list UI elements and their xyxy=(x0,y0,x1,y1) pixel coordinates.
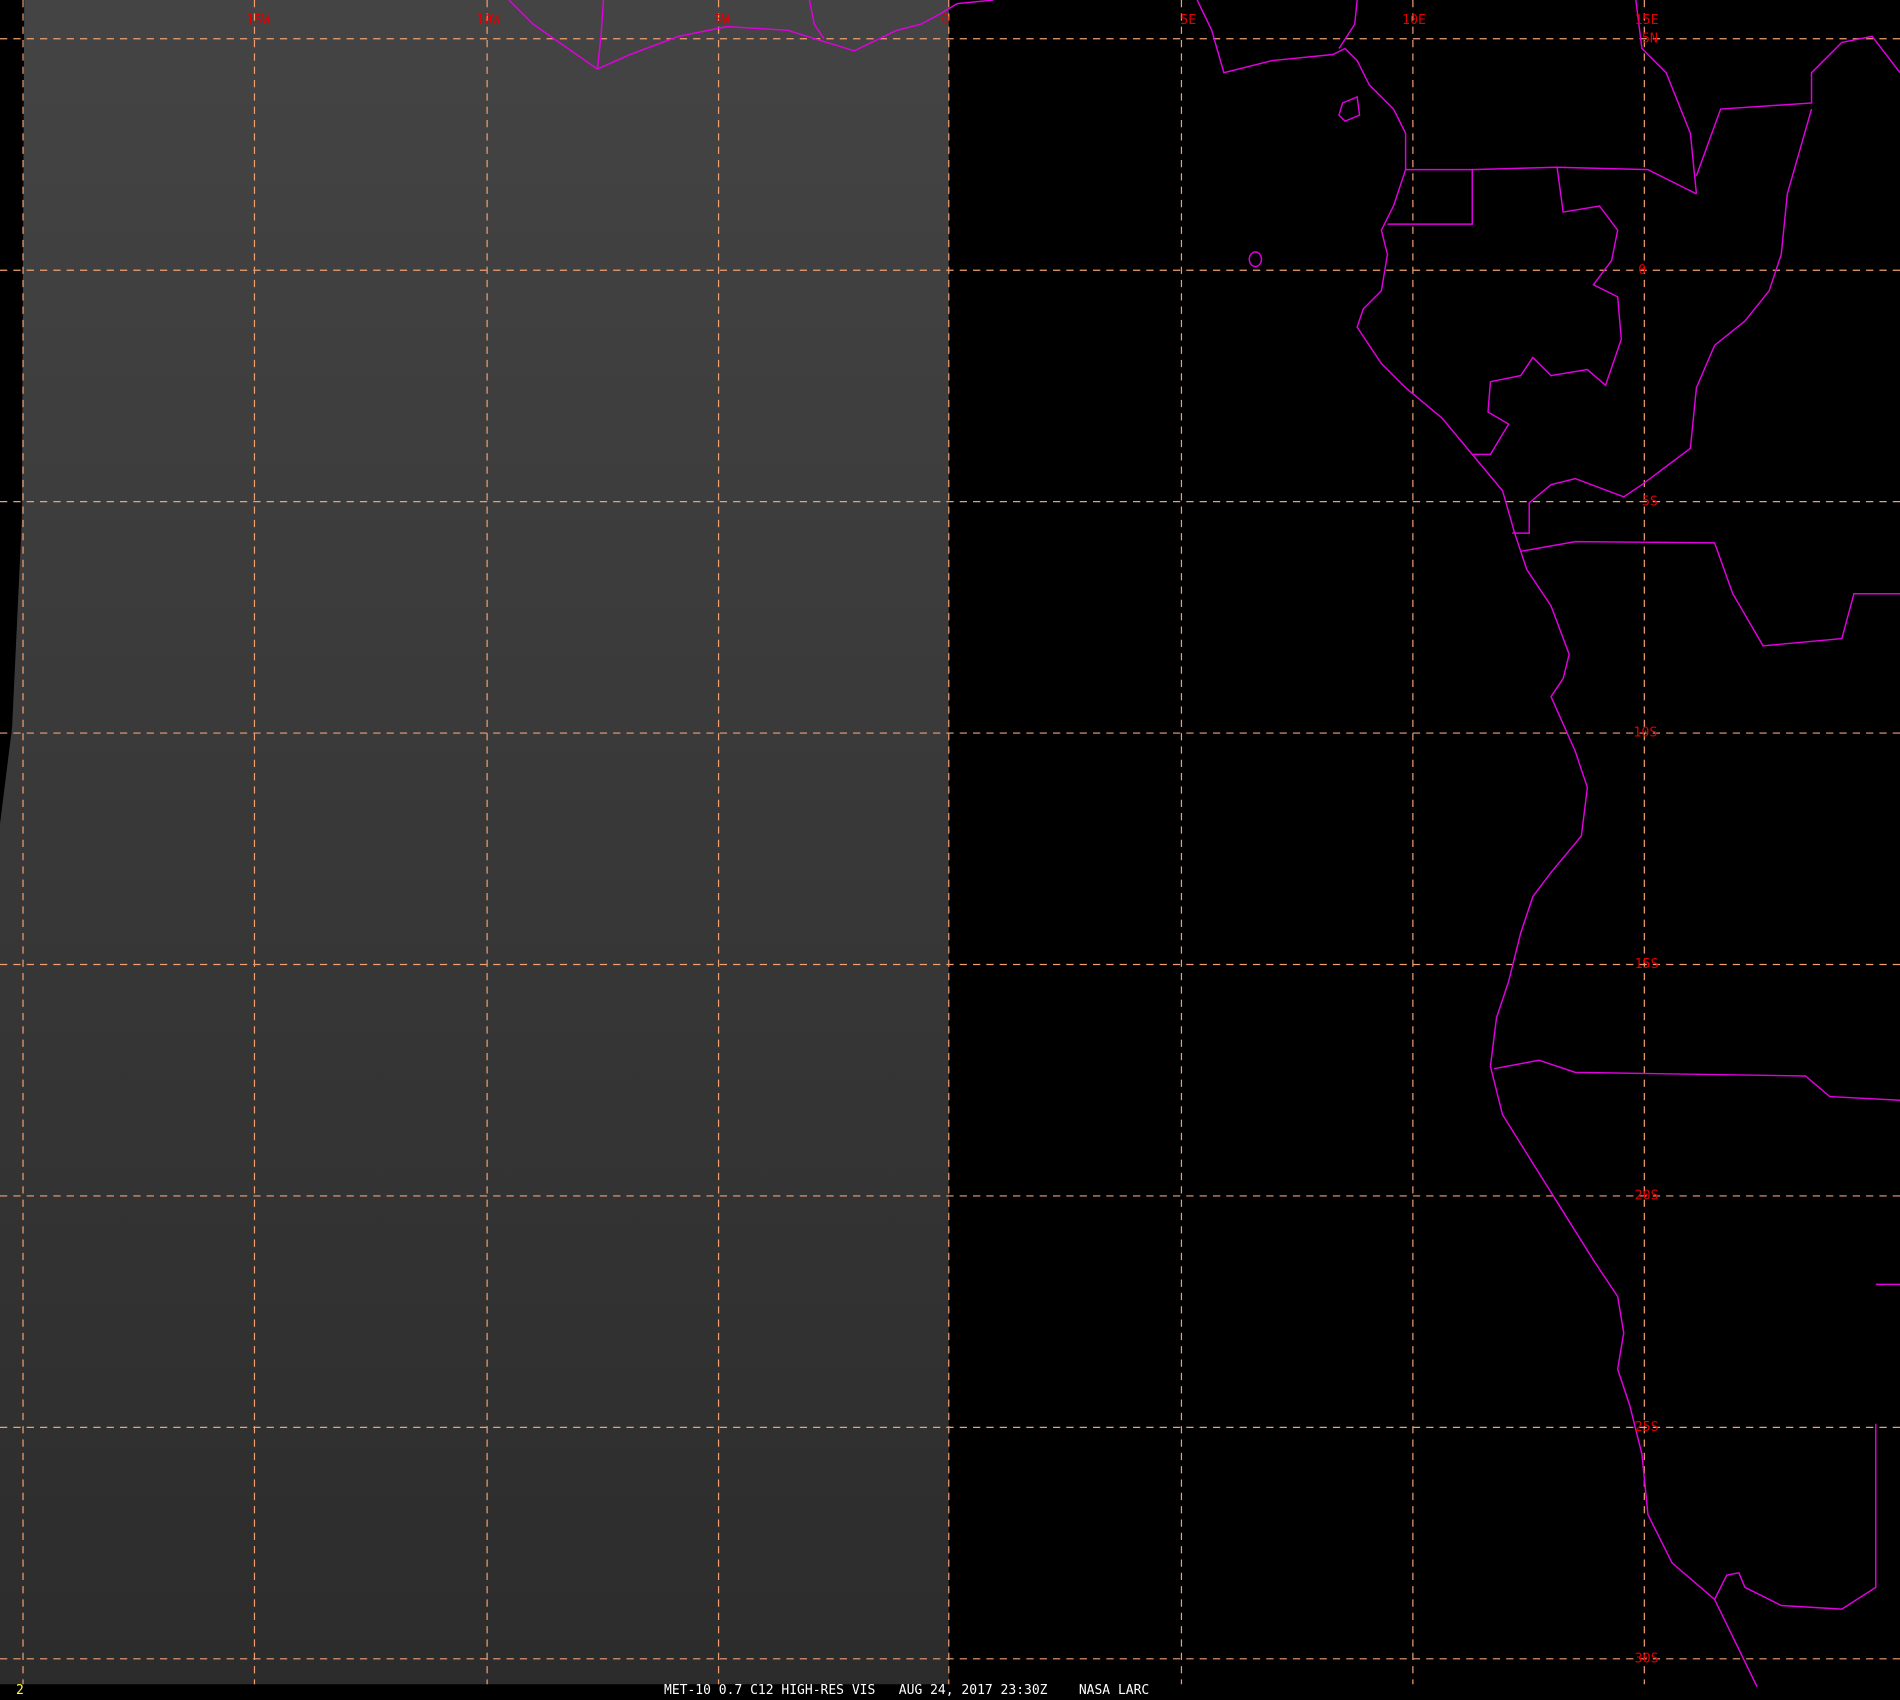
lat-label: 10S xyxy=(1633,726,1657,741)
lat-label: 0 xyxy=(1638,263,1646,278)
lon-label: 5W xyxy=(714,13,731,28)
lat-label: 25S xyxy=(1635,1420,1659,1435)
image-caption: MET-10 0.7 C12 HIGH-RES VIS AUG 24, 2017… xyxy=(664,1683,1150,1698)
image-footer: 2 MET-10 0.7 C12 HIGH-RES VIS AUG 24, 20… xyxy=(0,1683,1900,1700)
lon-label: 0 xyxy=(942,13,950,28)
lon-label: 10W xyxy=(476,13,501,28)
lat-label: 15S xyxy=(1635,957,1659,972)
lat-label: 5S xyxy=(1642,494,1658,509)
frame-number: 2 xyxy=(16,1683,24,1698)
visible-image-swath xyxy=(0,0,949,1685)
lat-label: 5N xyxy=(1642,31,1658,46)
lat-label: 30S xyxy=(1635,1651,1659,1666)
lon-label: 15E xyxy=(1635,13,1659,28)
lon-label: 10E xyxy=(1402,13,1426,28)
latitude-labels: 5N 0 5S 10S 15S 20S 25S 30S xyxy=(1633,31,1658,1666)
lat-label: 20S xyxy=(1635,1189,1659,1204)
satellite-map: 15W 10W 5W 0 5E 10E 15E 5N 0 5S 10S 15S … xyxy=(0,0,1900,1687)
lon-label: 15W xyxy=(246,13,271,28)
lon-label: 5E xyxy=(1180,13,1196,28)
